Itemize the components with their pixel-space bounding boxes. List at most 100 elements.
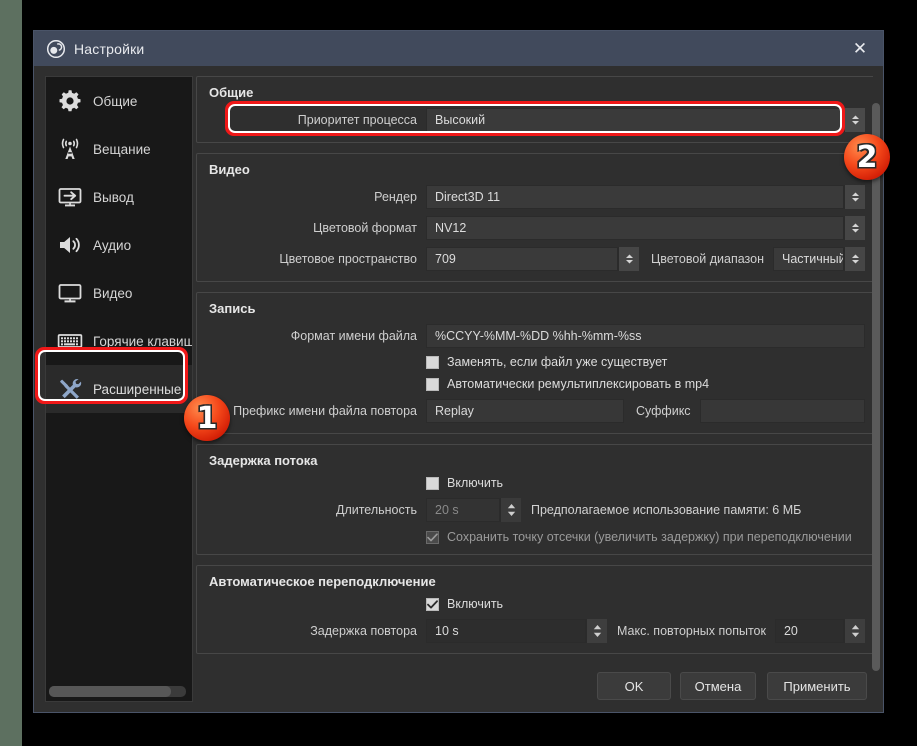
process-priority-spinner[interactable] — [844, 108, 865, 132]
stream-delay-duration-spinner[interactable] — [500, 498, 521, 522]
replay-prefix-value: Replay — [435, 404, 474, 418]
auto-reconnect-enable-checkbox[interactable] — [426, 597, 439, 611]
title-bar: Настройки ✕ — [34, 31, 883, 66]
apply-button[interactable]: Применить — [767, 672, 867, 700]
obs-logo-icon — [46, 39, 66, 58]
replay-suffix-input[interactable] — [699, 399, 865, 423]
retry-delay-label: Задержка повтора — [310, 624, 417, 638]
sidebar-item-advanced[interactable]: Расширенные — [46, 365, 192, 413]
sidebar-item-video[interactable]: Видео — [46, 269, 192, 317]
sidebar-item-label: Вещание — [93, 141, 151, 157]
color-format-value: NV12 — [435, 221, 467, 235]
stream-delay-duration-value: 20 s — [435, 503, 459, 517]
cancel-button[interactable]: Отмена — [680, 672, 756, 700]
sidebar-item-broadcast[interactable]: Вещание — [46, 125, 192, 173]
speaker-icon — [55, 230, 85, 260]
group-title: Видео — [209, 162, 250, 177]
advanced-settings-pane: Общие Приоритет процесса Высокий Видео Р… — [196, 76, 873, 661]
stream-delay-enable-checkbox[interactable] — [426, 476, 439, 490]
max-retries-value: 20 — [783, 624, 798, 638]
renderer-combobox[interactable]: Direct3D 11 — [426, 185, 844, 209]
color-range-spinner[interactable] — [844, 247, 865, 271]
group-title: Общие — [209, 85, 254, 100]
broadcast-icon — [55, 134, 85, 164]
retry-delay-input[interactable]: 10 s — [426, 619, 586, 643]
row-renderer: Рендер Direct3D 11 — [207, 185, 865, 209]
row-overwrite: Заменять, если файл уже существует — [207, 355, 865, 369]
row-color-format: Цветовой формат NV12 — [207, 216, 865, 240]
stream-delay-memory-note: Предполагаемое использование памяти: 6 М… — [531, 503, 802, 517]
sidebar-item-label: Горячие клавиши — [93, 333, 192, 349]
group-general: Общие Приоритет процесса Высокий — [196, 76, 873, 143]
sidebar-item-audio[interactable]: Аудио — [46, 221, 192, 269]
stream-delay-duration-input[interactable]: 20 s — [426, 498, 500, 522]
filename-format-input[interactable]: %CCYY-%MM-%DD %hh-%mm-%ss — [426, 324, 865, 348]
row-stream-delay-duration: Длительность 20 s Предполагаемое использ… — [207, 498, 865, 522]
row-retry-delay: Задержка повтора 10 s Макс. повторных по… — [207, 619, 865, 643]
color-space-spinner[interactable] — [618, 247, 639, 271]
color-format-label: Цветовой формат — [313, 221, 417, 235]
max-retries-label: Макс. повторных попыток — [617, 624, 766, 638]
remux-mp4-label: Автоматически ремультиплексировать в mp4 — [447, 377, 710, 391]
color-range-combobox[interactable]: Частичный — [772, 247, 844, 271]
stream-delay-preserve-checkbox[interactable] — [426, 530, 439, 544]
desktop-backdrop — [22, 0, 33, 746]
overwrite-label: Заменять, если файл уже существует — [447, 355, 668, 369]
renderer-spinner[interactable] — [844, 185, 865, 209]
max-retries-spinner[interactable] — [844, 619, 865, 643]
auto-reconnect-enable-label: Включить — [447, 597, 504, 611]
max-retries-input[interactable]: 20 — [774, 619, 844, 643]
desktop-left-edge — [0, 0, 22, 746]
renderer-label: Рендер — [374, 190, 417, 204]
row-stream-delay-preserve: Сохранить точку отсечки (увеличить задер… — [207, 530, 865, 544]
row-color-space: Цветовое пространство 709 Цветовой диапа… — [207, 247, 865, 271]
process-priority-combobox[interactable]: Высокий — [426, 108, 844, 132]
color-format-combobox[interactable]: NV12 — [426, 216, 844, 240]
color-space-value: 709 — [435, 252, 456, 266]
overwrite-checkbox[interactable] — [426, 355, 439, 369]
sidebar-item-label: Расширенные — [93, 381, 182, 397]
dialog-footer: OK Отмена Применить — [34, 662, 883, 712]
sidebar-item-label: Аудио — [93, 237, 132, 253]
row-stream-delay-enable: Включить — [207, 476, 865, 490]
keyboard-icon — [55, 326, 85, 356]
settings-content-pane: Общие Приоритет процесса Высокий Видео Р… — [196, 76, 873, 661]
stream-delay-preserve-label: Сохранить точку отсечки (увеличить задер… — [447, 530, 852, 544]
retry-delay-spinner[interactable] — [586, 619, 607, 643]
ok-button[interactable]: OK — [597, 672, 671, 700]
filename-format-label: Формат имени файла — [290, 329, 417, 343]
scrollbar-thumb[interactable] — [872, 103, 880, 671]
group-stream-delay: Задержка потока Включить Длительность 20… — [196, 444, 873, 555]
monitor-icon — [55, 278, 85, 308]
color-format-spinner[interactable] — [844, 216, 865, 240]
sidebar-item-label: Вывод — [93, 189, 134, 205]
output-icon — [55, 182, 85, 212]
color-space-label: Цветовое пространство — [279, 252, 417, 266]
sidebar-item-label: Общие — [93, 93, 138, 109]
sidebar-item-hotkeys[interactable]: Горячие клавиши — [46, 317, 192, 365]
filename-format-value: %CCYY-%MM-%DD %hh-%mm-%ss — [435, 329, 642, 343]
window-title: Настройки — [74, 40, 145, 57]
close-icon[interactable]: ✕ — [837, 31, 883, 66]
row-remux-mp4: Автоматически ремультиплексировать в mp4 — [207, 377, 865, 391]
process-priority-value: Высокий — [435, 113, 486, 127]
settings-sidebar[interactable]: Общие Вещание Вывод Аудио Видео Горячие … — [45, 76, 193, 702]
group-title: Автоматическое переподключение — [209, 574, 436, 589]
content-vertical-scrollbar[interactable] — [870, 76, 882, 671]
group-title: Задержка потока — [209, 453, 318, 468]
color-space-combobox[interactable]: 709 — [426, 247, 618, 271]
replay-prefix-input[interactable]: Replay — [426, 399, 624, 423]
group-title: Запись — [209, 301, 256, 316]
stream-delay-enable-label: Включить — [447, 476, 504, 490]
remux-mp4-checkbox[interactable] — [426, 377, 439, 391]
sidebar-item-output[interactable]: Вывод — [46, 173, 192, 221]
settings-dialog: Настройки ✕ Общие Вещание Вывод Аудио Ви… — [33, 30, 884, 713]
row-replay-prefix: Префикс имени файла повтора Replay Суффи… — [207, 399, 865, 423]
sidebar-item-general[interactable]: Общие — [46, 77, 192, 125]
color-range-label: Цветовой диапазон — [651, 252, 764, 266]
color-range-value: Частичный — [781, 252, 843, 266]
renderer-value: Direct3D 11 — [435, 190, 501, 204]
stream-delay-duration-label: Длительность — [335, 503, 417, 517]
tools-icon — [55, 374, 85, 404]
screen: Настройки ✕ Общие Вещание Вывод Аудио Ви… — [0, 0, 917, 746]
